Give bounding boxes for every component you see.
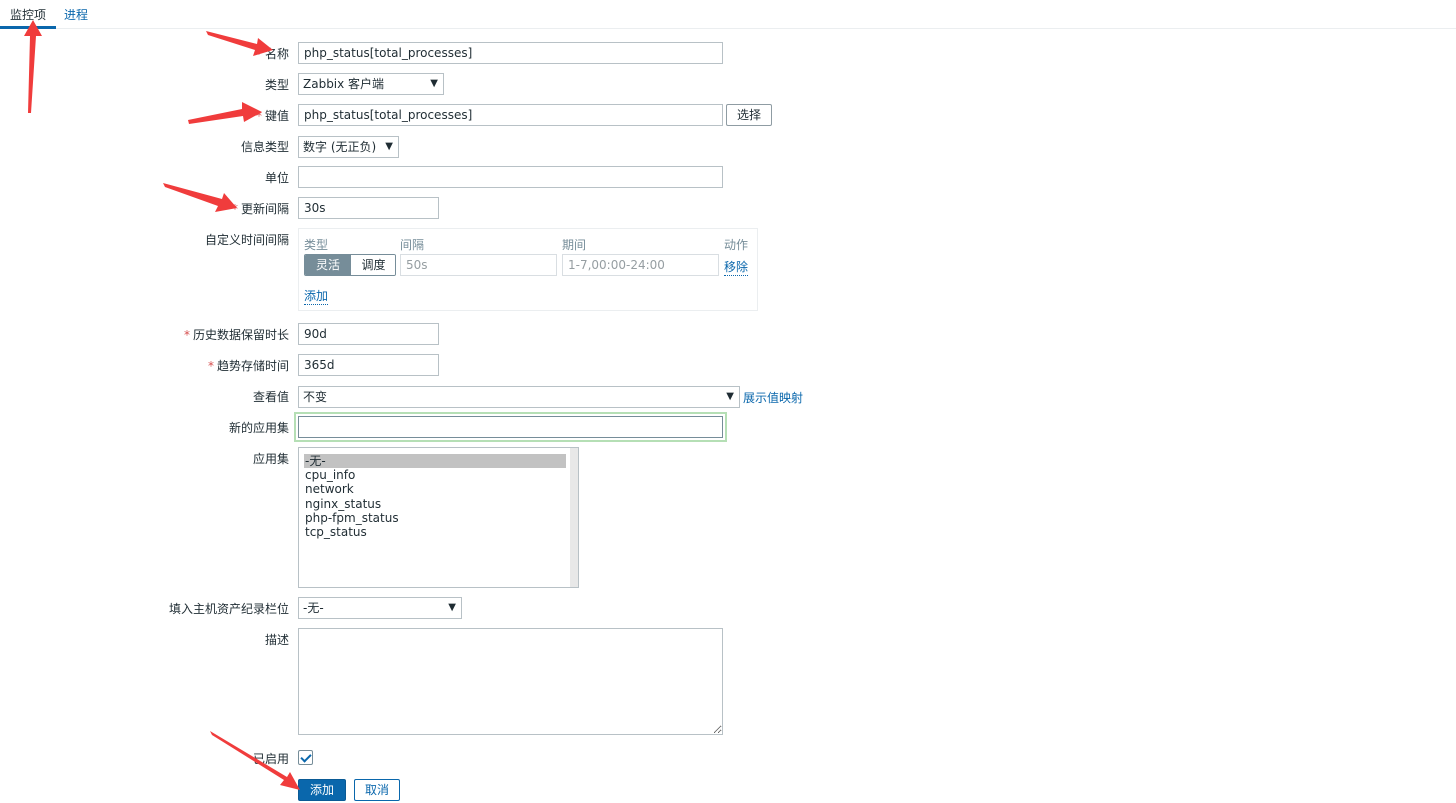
interval-type-toggle: 灵活 调度: [304, 254, 396, 276]
list-item[interactable]: php-fpm_status: [304, 511, 566, 525]
applications-label: 应用集: [252, 452, 289, 466]
custom-intervals-table: 类型 间隔 期间 动作 灵活 调度 50s 1-7,00:00-24:00 移除…: [298, 228, 758, 311]
info-type-select[interactable]: 数字 (无正负) ▼: [298, 136, 399, 158]
key-label: * 键值: [255, 109, 289, 123]
name-input[interactable]: php_status[total_processes]: [298, 42, 723, 64]
list-item[interactable]: -无-: [304, 454, 566, 468]
chevron-down-icon: ▼: [385, 141, 393, 152]
description-label: 描述: [264, 633, 289, 647]
enabled-label: 已启用: [252, 752, 289, 766]
arrow-icon: [24, 20, 42, 113]
trends-input[interactable]: 365d: [298, 354, 439, 376]
info-type-label: 信息类型: [240, 140, 289, 154]
arrow-icon: [188, 102, 262, 124]
tab-items[interactable]: 监控项: [0, 6, 57, 29]
key-input[interactable]: php_status[total_processes]: [298, 104, 723, 126]
list-item[interactable]: network: [304, 482, 566, 496]
enabled-checkbox[interactable]: [298, 750, 313, 765]
list-item[interactable]: nginx_status: [304, 497, 566, 511]
arrow-icon: [163, 183, 237, 212]
description-textarea[interactable]: [298, 628, 723, 735]
col-type-header: 类型: [304, 238, 329, 252]
chevron-down-icon: ▼: [430, 78, 438, 89]
list-item[interactable]: tcp_status: [304, 525, 566, 539]
listbox-scrollbar[interactable]: [570, 448, 578, 587]
scheduling-option[interactable]: 调度: [350, 255, 395, 275]
col-period-header: 期间: [562, 238, 587, 252]
value-map-label: 查看值: [252, 390, 289, 404]
value-map-select[interactable]: 不变 ▼: [298, 386, 740, 408]
show-value-mappings-link[interactable]: 展示值映射: [743, 389, 803, 406]
new-application-label: 新的应用集: [228, 421, 289, 435]
type-label: 类型: [264, 78, 289, 92]
trends-label: * 趋势存储时间: [207, 359, 289, 373]
update-interval-input[interactable]: 30s: [298, 197, 439, 219]
add-button[interactable]: 添加: [298, 779, 346, 801]
history-input[interactable]: 90d: [298, 323, 439, 345]
interval-input[interactable]: 50s: [400, 254, 557, 276]
unit-label: 单位: [264, 171, 289, 185]
flexible-option[interactable]: 灵活: [305, 255, 351, 275]
name-label: * 名称: [255, 47, 289, 61]
history-label: * 历史数据保留时长: [183, 328, 289, 342]
required-mark: *: [255, 47, 262, 61]
add-interval-link[interactable]: 添加: [304, 287, 329, 305]
inventory-select[interactable]: -无- ▼: [298, 597, 462, 619]
cancel-button[interactable]: 取消: [354, 779, 400, 801]
type-select[interactable]: Zabbix 客户端 ▼: [298, 73, 444, 95]
inventory-label: 填入主机资产纪录栏位: [168, 602, 289, 616]
custom-intervals-label: 自定义时间间隔: [204, 233, 289, 247]
col-interval-header: 间隔: [400, 238, 425, 252]
new-application-input[interactable]: [298, 416, 723, 438]
unit-input[interactable]: [298, 166, 723, 188]
tab-processes[interactable]: 进程: [64, 6, 88, 28]
list-item[interactable]: cpu_info: [304, 468, 566, 482]
applications-listbox[interactable]: -无- cpu_info network nginx_status php-fp…: [298, 447, 579, 588]
select-key-button[interactable]: 选择: [726, 104, 772, 126]
col-action-header: 动作: [724, 238, 749, 252]
chevron-down-icon: ▼: [726, 391, 734, 402]
remove-interval-link[interactable]: 移除: [724, 258, 749, 276]
period-input[interactable]: 1-7,00:00-24:00: [562, 254, 719, 276]
update-interval-label: * 更新间隔: [231, 202, 289, 216]
tab-bar: 监控项 进程: [0, 0, 1456, 29]
chevron-down-icon: ▼: [448, 602, 456, 613]
